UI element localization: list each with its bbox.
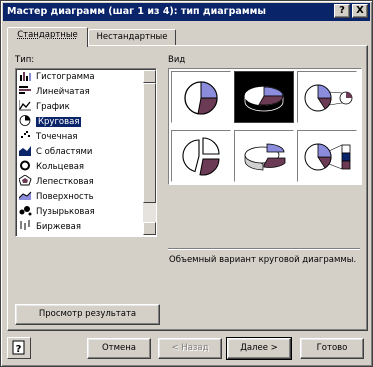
subtype-description: Объемный вариант круговой диаграммы. xyxy=(169,255,357,265)
scroll-up-button[interactable] xyxy=(143,70,156,83)
pie-of-pie-subtype-icon xyxy=(304,84,353,112)
stock-chart-icon xyxy=(20,220,30,230)
list-item[interactable]: Поверхность xyxy=(18,190,144,205)
surface-chart-icon xyxy=(19,191,32,200)
window-title: Мастер диаграмм (шаг 1 из 4): тип диагра… xyxy=(7,6,266,17)
list-item[interactable]: Пузырьковая xyxy=(18,205,144,220)
exploded-pie-subtype-icon xyxy=(182,137,220,176)
list-item[interactable]: С областями xyxy=(18,145,144,160)
list-item[interactable]: Гистограмма xyxy=(18,70,144,85)
subtype-exploded-pie[interactable] xyxy=(171,130,231,182)
subtype-pie-3d[interactable] xyxy=(234,71,294,123)
doughnut-chart-icon xyxy=(20,160,30,171)
subtype-pie-of-pie[interactable] xyxy=(297,71,357,123)
line-chart-icon xyxy=(19,100,31,111)
exploded-pie-3d-subtype-icon xyxy=(244,143,286,171)
type-label: Тип: xyxy=(15,55,35,65)
tab-standard[interactable]: Стандартные xyxy=(7,27,88,47)
bar-chart-icon xyxy=(19,86,31,94)
pie-3d-subtype-icon xyxy=(244,86,284,112)
list-item[interactable]: Точечная xyxy=(18,130,144,145)
help-icon: ? xyxy=(12,340,25,355)
scroll-thumb[interactable] xyxy=(143,83,156,203)
cancel-button[interactable]: Отмена xyxy=(87,338,151,359)
preview-button[interactable]: Просмотр результата xyxy=(15,304,160,325)
back-button[interactable]: < Назад xyxy=(158,338,222,359)
list-item[interactable]: Лепестковая xyxy=(18,175,144,190)
description-separator xyxy=(168,248,360,250)
list-item[interactable]: Биржевая xyxy=(18,220,144,235)
pie-chart-icon xyxy=(19,115,31,126)
column-chart-icon xyxy=(20,72,31,81)
next-button[interactable]: Далее > xyxy=(226,337,292,360)
radar-chart-icon xyxy=(19,175,32,186)
list-item[interactable]: График xyxy=(18,100,144,115)
finish-button[interactable]: Готово xyxy=(300,338,364,359)
bar-of-pie-subtype-icon xyxy=(304,143,351,171)
help-button[interactable]: ? xyxy=(7,337,31,359)
area-chart-icon xyxy=(19,146,31,156)
scroll-down-button[interactable] xyxy=(143,222,156,235)
view-label: Вид xyxy=(168,55,186,65)
list-item[interactable]: Круговая xyxy=(18,115,144,130)
tab-custom[interactable]: Нестандартные xyxy=(88,29,176,46)
help-title-button[interactable]: ? xyxy=(334,4,350,18)
subtype-bar-of-pie[interactable] xyxy=(297,130,357,182)
bubble-chart-icon xyxy=(19,206,32,216)
list-item[interactable]: Линейчатая xyxy=(18,85,144,100)
svg-text:?: ? xyxy=(16,344,22,355)
title-bar[interactable]: Мастер диаграмм (шаг 1 из 4): тип диагра… xyxy=(3,3,370,21)
subtype-pie[interactable] xyxy=(171,71,231,123)
scatter-chart-icon xyxy=(21,131,30,138)
list-item[interactable]: Кольцевая xyxy=(18,160,144,175)
close-button[interactable]: X xyxy=(352,4,368,18)
chart-subtype-grid xyxy=(168,68,362,185)
subtype-exploded-pie-3d[interactable] xyxy=(234,130,294,182)
list-scrollbar[interactable] xyxy=(143,70,156,235)
chart-type-list[interactable]: Гистограмма Линейчатая График Круговая Т… xyxy=(15,68,157,237)
chart-wizard-dialog: Мастер диаграмм (шаг 1 из 4): тип диагра… xyxy=(0,0,373,367)
pie-subtype-icon xyxy=(184,81,218,115)
